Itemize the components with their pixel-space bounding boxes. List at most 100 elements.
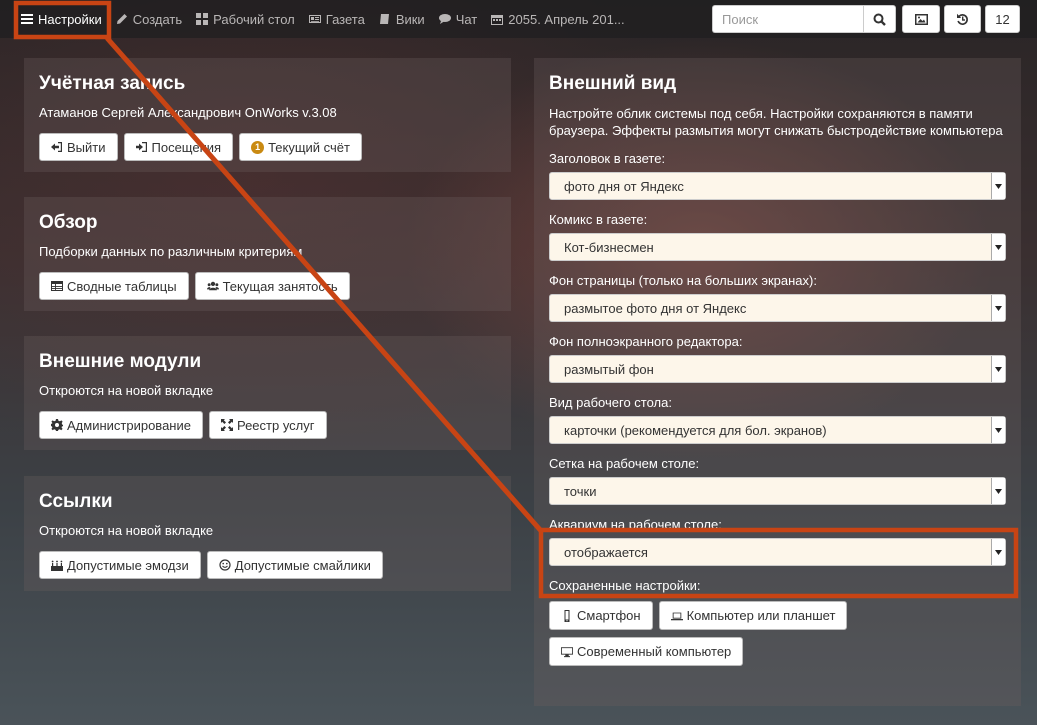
newspaper-header-select[interactable]: фото дня от Яндекс	[549, 172, 1006, 200]
appearance-description: Настройте облик системы под себя. Настро…	[549, 106, 1003, 138]
overview-panel: Обзор Подборки данных по различным крите…	[24, 197, 511, 311]
top-navbar: Настройки Создать Рабочий стол Газета Ви…	[0, 0, 1037, 38]
grid-icon	[196, 13, 209, 25]
newspaper-header-value: фото дня от Яндекс	[564, 178, 684, 194]
page-background-select[interactable]: размытое фото дня от Яндекс	[549, 294, 1006, 322]
modules-panel: Внешние модули Откроются на новой вкладк…	[24, 336, 511, 450]
preset-desktop-button[interactable]: Современный компьютер	[549, 637, 744, 666]
nav-wiki-label: Вики	[395, 11, 425, 27]
links-panel: Ссылки Откроются на новой вкладке Допуст…	[24, 476, 511, 591]
newspaper-comic-label: Комикс в газете:	[549, 212, 648, 227]
chevron-down-icon	[991, 356, 1005, 382]
search-icon	[873, 13, 886, 26]
editor-background-value: размытый фон	[564, 361, 654, 377]
menu-icon	[21, 14, 33, 24]
newspaper-header-label: Заголовок в газете:	[549, 151, 666, 166]
image-icon	[914, 13, 928, 25]
search-group	[712, 5, 896, 33]
newspaper-comic-value: Кот-бизнесмен	[564, 239, 654, 255]
editor-background-label: Фон полноэкранного редактора:	[549, 334, 743, 349]
occupancy-button[interactable]: Текущая занятость	[194, 272, 350, 300]
admin-button[interactable]: Администрирование	[39, 411, 203, 439]
pivot-tables-button[interactable]: Сводные таблицы	[39, 272, 189, 300]
monitor-icon	[561, 646, 573, 657]
page-background-label: Фон страницы (только на больших экранах)…	[549, 273, 817, 288]
occupancy-label: Текущая занятость	[222, 278, 338, 294]
aquarium-value: отображается	[564, 544, 648, 560]
aquarium-label: Аквариум на рабочем столе:	[549, 517, 722, 532]
aquarium-select[interactable]: отображается	[549, 538, 1006, 566]
emoji-button-label: Допустимые эмодзи	[67, 557, 189, 573]
smileys-button-label: Допустимые смайлики	[234, 557, 371, 573]
overview-buttons: Сводные таблицы Текущая занятость	[39, 272, 496, 300]
logout-button-label: Выйти	[67, 139, 106, 155]
chevron-down-icon	[991, 173, 1005, 199]
main-nav: Настройки Создать Рабочий стол Газета Ви…	[0, 0, 632, 38]
nav-chat[interactable]: Чат	[432, 0, 485, 38]
saved-settings-row-1: Смартфон Компьютер или планшет	[549, 601, 1006, 630]
book-icon	[379, 14, 389, 24]
services-registry-button[interactable]: Реестр услуг	[208, 411, 327, 439]
editor-background-select[interactable]: размытый фон	[549, 355, 1006, 383]
nav-newspaper[interactable]: Газета	[302, 0, 372, 38]
smileys-button[interactable]: Допустимые смайлики	[206, 551, 383, 579]
coin-icon: 1	[251, 140, 265, 154]
search-input[interactable]	[712, 5, 863, 33]
account-subtitle: Атаманов Сергей Александрович OnWorks v.…	[39, 105, 337, 120]
links-buttons: Допустимые эмодзи Допустимые смайлики	[39, 551, 496, 579]
desktop-grid-select[interactable]: точки	[549, 477, 1006, 505]
nav-wiki[interactable]: Вики	[372, 0, 432, 38]
search-button[interactable]	[863, 5, 896, 33]
smile-icon	[219, 559, 231, 571]
modules-title: Внешние модули	[39, 351, 202, 372]
balance-button[interactable]: 1 Текущий счёт	[239, 133, 362, 161]
preset-desktop-label: Современный компьютер	[577, 644, 732, 659]
counter-button[interactable]: 12	[985, 5, 1020, 33]
table-icon	[51, 281, 63, 291]
nav-calendar[interactable]: 2055. Апрель 201...	[484, 0, 631, 38]
pencil-icon	[116, 14, 127, 24]
desktop-view-select[interactable]: карточки (рекомендуется для бол. экранов…	[549, 416, 1006, 444]
nav-desktop[interactable]: Рабочий стол	[189, 0, 302, 38]
preset-laptop-button[interactable]: Компьютер или планшет	[658, 601, 848, 630]
emoji-button[interactable]: Допустимые эмодзи	[39, 551, 201, 579]
modules-buttons: Администрирование Реестр услуг	[39, 411, 496, 439]
nav-newspaper-label: Газета	[325, 11, 365, 27]
account-panel: Учётная запись Атаманов Сергей Александр…	[24, 58, 511, 172]
services-registry-label: Реестр услуг	[236, 417, 315, 433]
nav-desktop-label: Рабочий стол	[213, 11, 295, 27]
modules-subtitle: Откроются на новой вкладке	[39, 383, 214, 398]
desktop-view-label: Вид рабочего стола:	[549, 395, 672, 410]
account-buttons: Выйти Посещения 1 Текущий счёт	[39, 133, 496, 161]
calendar-icon	[491, 15, 504, 25]
mobile-icon	[564, 609, 570, 622]
cake-icon	[51, 560, 63, 571]
login-icon	[135, 142, 147, 152]
appearance-title: Внешний вид	[549, 73, 677, 94]
logout-icon	[51, 142, 62, 152]
history-button[interactable]	[944, 5, 981, 33]
chevron-down-icon	[991, 539, 1005, 565]
balance-button-label: Текущий счёт	[268, 139, 350, 155]
preset-laptop-label: Компьютер или планшет	[686, 608, 836, 623]
desktop-view-value: карточки (рекомендуется для бол. экранов…	[564, 422, 827, 438]
saved-settings-label: Сохраненные настройки:	[549, 578, 701, 593]
laptop-icon	[670, 612, 683, 620]
preset-smartphone-button[interactable]: Смартфон	[549, 601, 653, 630]
image-button[interactable]	[902, 5, 940, 33]
saved-settings-row-2: Современный компьютер	[549, 637, 1006, 666]
nav-create-label: Создать	[132, 11, 183, 27]
overview-subtitle: Подборки данных по различным критериям	[39, 244, 303, 259]
account-title: Учётная запись	[39, 73, 186, 94]
history-icon	[957, 13, 968, 25]
logout-button[interactable]: Выйти	[39, 133, 118, 161]
chat-icon	[438, 14, 451, 24]
newspaper-comic-select[interactable]: Кот-бизнесмен	[549, 233, 1006, 261]
visits-button[interactable]: Посещения	[123, 133, 234, 161]
overview-title: Обзор	[39, 212, 98, 233]
expand-arrows-icon	[220, 419, 233, 431]
nav-create[interactable]: Создать	[109, 0, 189, 38]
links-title: Ссылки	[39, 491, 113, 512]
desktop-grid-label: Сетка на рабочем столе:	[549, 456, 700, 471]
nav-settings[interactable]: Настройки	[14, 0, 109, 38]
